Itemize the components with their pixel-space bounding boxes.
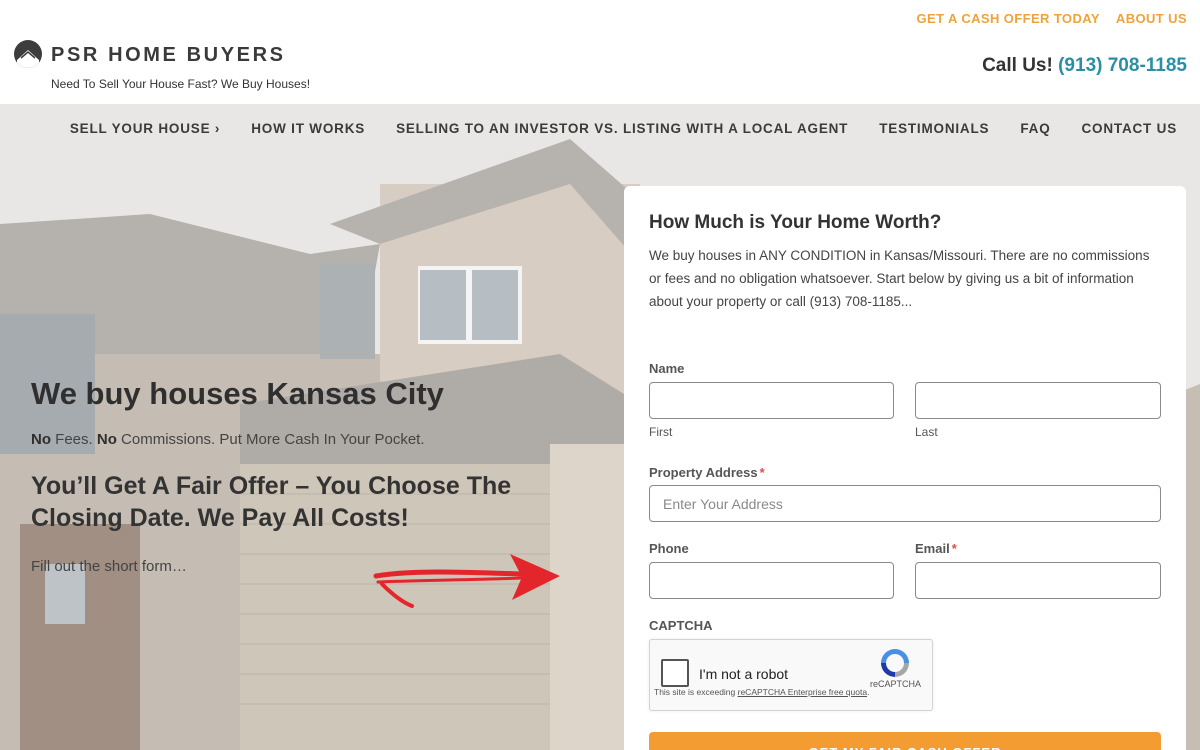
phone-input[interactable] bbox=[649, 562, 894, 599]
get-cash-offer-link[interactable]: GET A CASH OFFER TODAY bbox=[917, 11, 1100, 26]
about-us-link[interactable]: ABOUT US bbox=[1116, 11, 1187, 26]
nav-how-it-works[interactable]: HOW IT WORKS bbox=[251, 121, 365, 136]
last-name-input[interactable] bbox=[915, 382, 1161, 419]
tagline: Need To Sell Your House Fast? We Buy Hou… bbox=[51, 77, 311, 91]
address-label: Property Address * bbox=[649, 465, 765, 480]
no-fees-bold: No bbox=[31, 431, 51, 448]
recaptcha-warning: This site is exceeding reCAPTCHA Enterpr… bbox=[654, 687, 869, 697]
hero-headline: You’ll Get A Fair Offer – You Choose The… bbox=[31, 472, 512, 532]
first-name-input[interactable] bbox=[649, 382, 894, 419]
first-sublabel: First bbox=[649, 425, 673, 439]
top-links: GET A CASH OFFER TODAY ABOUT US bbox=[917, 11, 1187, 26]
form-title: How Much is Your Home Worth? bbox=[649, 212, 942, 233]
call-us: Call Us! (913) 708-1185 bbox=[982, 55, 1187, 77]
email-label: Email * bbox=[915, 541, 957, 556]
email-required-mark: * bbox=[951, 541, 957, 556]
brand-name: PSR HOME BUYERS bbox=[51, 44, 286, 66]
submit-offer-button[interactable]: GET MY FAIR CASH OFFER bbox=[649, 732, 1161, 750]
site-logo[interactable]: PSR HOME BUYERS bbox=[14, 40, 283, 68]
red-arrow-icon bbox=[373, 554, 560, 608]
property-address-input[interactable] bbox=[649, 485, 1161, 522]
email-label-text: Email bbox=[915, 541, 950, 556]
recaptcha-logo-icon bbox=[881, 649, 909, 677]
hero-note: Fill out the short form… bbox=[31, 558, 187, 575]
hero-section: SELL YOUR HOUSE › HOW IT WORKS SELLING T… bbox=[0, 104, 1200, 750]
offer-form-card: How Much is Your Home Worth? We buy hous… bbox=[624, 186, 1186, 750]
nav-faq[interactable]: FAQ bbox=[1020, 121, 1050, 136]
captcha-label: CAPTCHA bbox=[649, 618, 713, 633]
email-input[interactable] bbox=[915, 562, 1161, 599]
form-description: We buy houses in ANY CONDITION in Kansas… bbox=[649, 248, 1150, 309]
commissions-text: Commissions. Put More Cash In Your Pocke… bbox=[116, 431, 425, 448]
no-commissions-bold: No bbox=[96, 431, 117, 448]
call-us-label: Call Us! bbox=[982, 55, 1053, 76]
nav-testimonials[interactable]: TESTIMONIALS bbox=[879, 121, 989, 136]
hero-title: We buy houses Kansas City bbox=[31, 376, 444, 411]
nav-investor-vs-agent[interactable]: SELLING TO AN INVESTOR VS. LISTING WITH … bbox=[396, 121, 848, 136]
phone-link[interactable]: (913) 708-1185 bbox=[1058, 55, 1187, 76]
recaptcha-text: I'm not a robot bbox=[699, 666, 789, 682]
nav-sell-your-house[interactable]: SELL YOUR HOUSE › bbox=[70, 121, 220, 136]
phone-label: Phone bbox=[649, 541, 689, 556]
recaptcha-brand: reCAPTCHA bbox=[870, 679, 922, 689]
main-nav: SELL YOUR HOUSE › HOW IT WORKS SELLING T… bbox=[0, 104, 1200, 152]
name-label: Name bbox=[649, 361, 685, 376]
recaptcha-warning-suffix: . bbox=[867, 687, 870, 697]
nav-contact-us[interactable]: CONTACT US bbox=[1082, 121, 1178, 136]
address-required-mark: * bbox=[759, 465, 765, 480]
house-roof-icon bbox=[14, 40, 42, 68]
recaptcha-checkbox[interactable] bbox=[661, 659, 689, 687]
fees-text: Fees. bbox=[51, 431, 97, 448]
address-label-text: Property Address bbox=[649, 465, 758, 480]
recaptcha-widget: I'm not a robot reCAPTCHA This site is e… bbox=[649, 639, 933, 711]
hero-subtitle: No Fees. No Commissions. Put More Cash I… bbox=[31, 431, 425, 448]
recaptcha-warning-prefix: This site is exceeding bbox=[654, 687, 738, 697]
site-header: GET A CASH OFFER TODAY ABOUT US PSR HOME… bbox=[0, 0, 1200, 104]
last-sublabel: Last bbox=[915, 425, 938, 439]
recaptcha-quota-link[interactable]: reCAPTCHA Enterprise free quota bbox=[738, 687, 867, 697]
